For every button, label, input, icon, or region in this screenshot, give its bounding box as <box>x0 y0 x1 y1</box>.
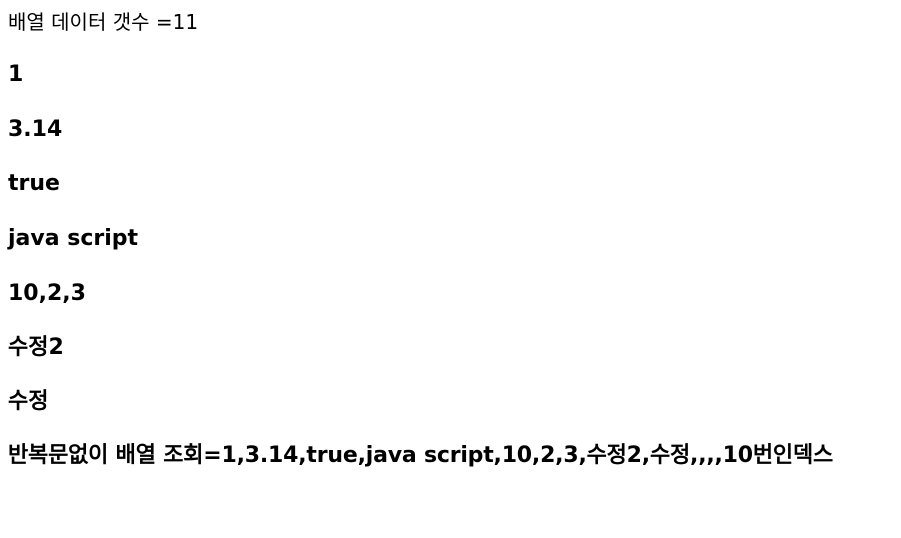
array-item-3: java script <box>8 226 139 251</box>
array-item-0: 1 <box>8 62 24 87</box>
array-item-6: 수정 <box>8 389 49 414</box>
array-summary-text: 반복문없이 배열 조회=1,3.14,true,java script,10,2… <box>8 443 834 468</box>
array-item-2: true <box>8 171 60 196</box>
array-item-5: 수정2 <box>8 335 64 360</box>
array-count-text: 배열 데이터 갯수 =11 <box>8 10 199 34</box>
array-item-1: 3.14 <box>8 117 63 142</box>
array-item-4: 10,2,3 <box>8 281 86 306</box>
document-body: 배열 데이터 갯수 =11 1 3.14 true java script 10… <box>0 0 901 538</box>
